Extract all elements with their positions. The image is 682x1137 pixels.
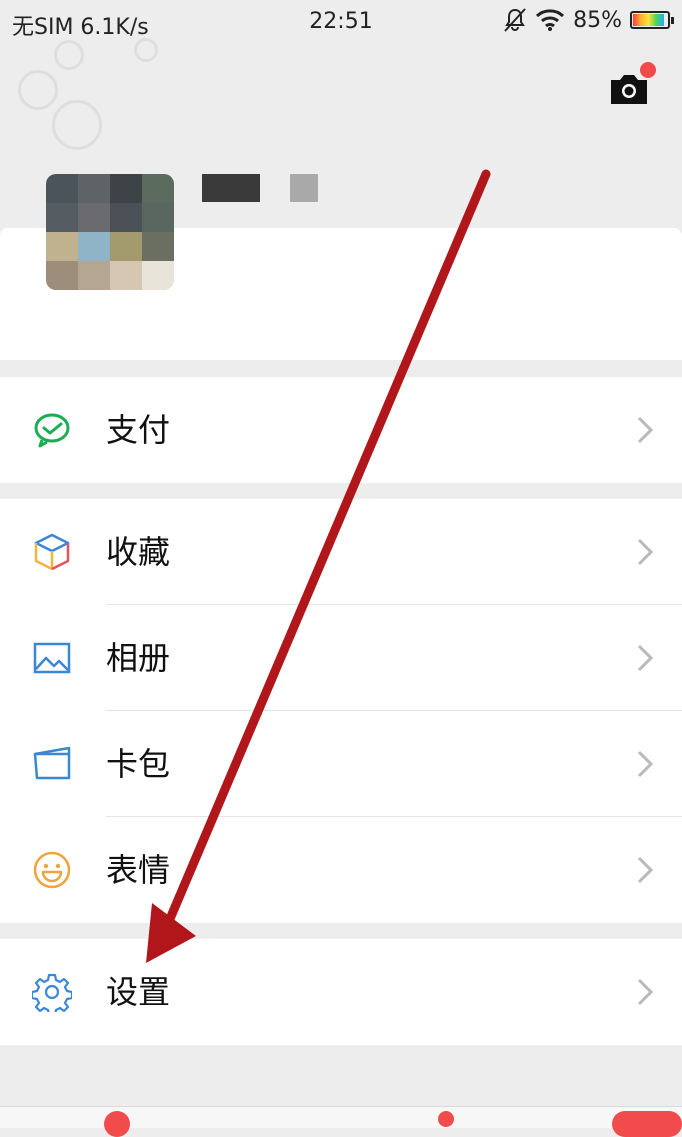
wechat-pay-icon <box>34 413 70 448</box>
tab-badge <box>438 1111 454 1127</box>
bubble-decoration <box>18 70 58 110</box>
nickname-redacted <box>202 174 260 202</box>
tab-badge <box>612 1111 682 1137</box>
status-bar: 无SIM 6.1K/s 22:51 85% <box>0 0 682 46</box>
menu-item-label: 支付 <box>106 411 171 449</box>
status-icons: 85% <box>503 7 674 33</box>
camera-badge <box>640 62 656 78</box>
menu-item-label: 表情 <box>106 851 171 889</box>
cube-icon <box>34 533 70 571</box>
chevron-right-icon <box>637 856 654 884</box>
gear-icon <box>32 973 72 1012</box>
bubble-decoration <box>134 38 158 62</box>
menu-item-stickers[interactable]: 表情 <box>0 817 682 923</box>
smile-icon <box>33 851 71 889</box>
battery-icon <box>630 11 674 29</box>
battery-percent: 85% <box>573 7 622 33</box>
menu-item-label: 卡包 <box>106 745 171 783</box>
chevron-right-icon <box>637 538 654 566</box>
menu-item-settings[interactable]: 设置 <box>0 939 682 1045</box>
chevron-right-icon <box>637 644 654 672</box>
menu-item-album[interactable]: 相册 <box>0 605 682 711</box>
bottom-tab-bar <box>0 1106 682 1137</box>
menu-item-label: 收藏 <box>106 533 171 571</box>
menu-item-favorites[interactable]: 收藏 <box>0 499 682 605</box>
menu-item-label: 相册 <box>106 639 171 677</box>
chevron-right-icon <box>637 978 654 1006</box>
wifi-icon <box>536 9 565 31</box>
mute-bell-icon <box>504 8 526 32</box>
tab-badge <box>104 1111 130 1137</box>
picture-icon <box>33 642 71 674</box>
nickname-redacted <box>290 174 318 202</box>
menu-item-label: 设置 <box>106 973 171 1011</box>
card-icon <box>33 746 71 780</box>
bubble-decoration <box>52 100 102 150</box>
menu-item-cards[interactable]: 卡包 <box>0 711 682 817</box>
chevron-right-icon <box>637 416 654 444</box>
bubble-decoration <box>54 40 84 70</box>
chevron-right-icon <box>637 750 654 778</box>
avatar[interactable] <box>46 174 174 290</box>
menu-item-pay[interactable]: 支付 <box>0 377 682 483</box>
